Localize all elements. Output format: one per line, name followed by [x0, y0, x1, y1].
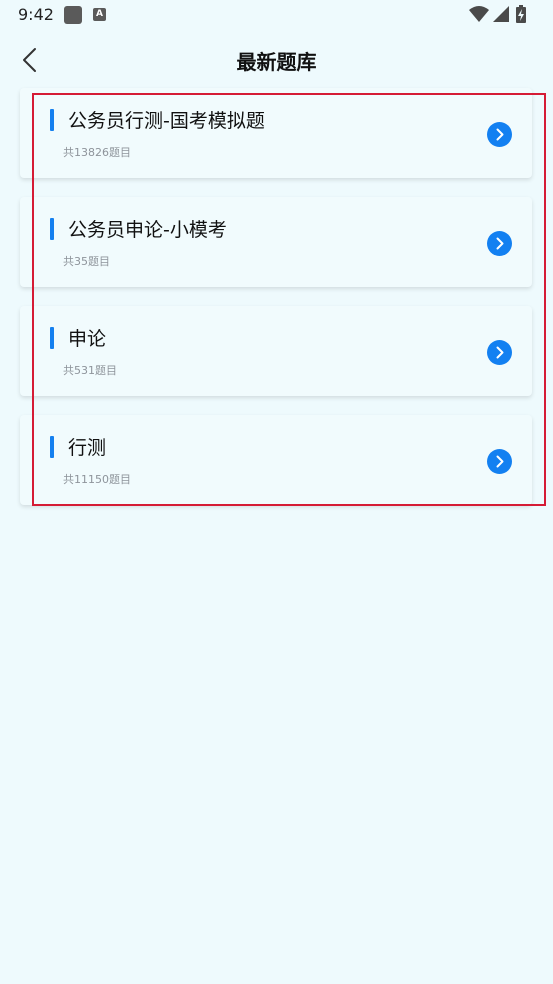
status-icons: [469, 5, 539, 25]
chevron-right-circle-icon[interactable]: [487, 340, 512, 365]
list-item[interactable]: 公务员行测-国考模拟题 共13826题目: [20, 88, 532, 178]
app-notification-icon: [64, 6, 82, 24]
question-bank-list: 公务员行测-国考模拟题 共13826题目 公务员申论-小模考 共35题目 申论 …: [20, 88, 532, 524]
chevron-right-circle-icon[interactable]: [487, 449, 512, 474]
status-time: 9:42: [18, 5, 54, 24]
list-item[interactable]: 申论 共531题目: [20, 306, 532, 396]
status-bar: 9:42 A: [0, 0, 553, 32]
card-accent-bar: [50, 436, 54, 458]
page-title: 最新题库: [236, 50, 317, 74]
item-title: 公务员申论-小模考: [68, 219, 227, 241]
battery-icon: [516, 5, 526, 23]
card-accent-bar: [50, 109, 54, 131]
chevron-right-circle-icon[interactable]: [487, 122, 512, 147]
wifi-icon: [469, 6, 489, 22]
signal-icon: [493, 6, 509, 22]
header: 最新题库: [0, 40, 553, 80]
item-count: 共531题目: [63, 364, 117, 377]
keyboard-notification-icon: A: [93, 8, 106, 21]
card-accent-bar: [50, 327, 54, 349]
card-accent-bar: [50, 218, 54, 240]
item-count: 共13826题目: [63, 146, 131, 159]
item-count: 共11150题目: [63, 473, 131, 486]
item-title: 行测: [68, 437, 107, 459]
item-count: 共35题目: [63, 255, 110, 268]
list-item[interactable]: 公务员申论-小模考 共35题目: [20, 197, 532, 287]
item-title: 申论: [68, 328, 107, 350]
chevron-right-circle-icon[interactable]: [487, 231, 512, 256]
list-item[interactable]: 行测 共11150题目: [20, 415, 532, 505]
item-title: 公务员行测-国考模拟题: [68, 110, 265, 132]
